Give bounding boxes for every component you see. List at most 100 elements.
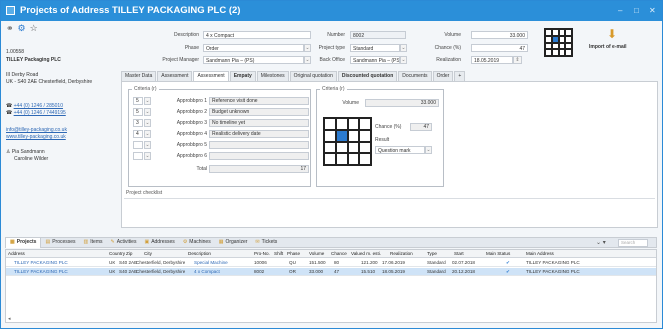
col-chance[interactable]: Chance (331, 251, 347, 256)
col-shift[interactable]: Shift (274, 251, 283, 256)
cell-description[interactable]: 4 x Compact (194, 269, 220, 274)
criteria-score-dropdown-4[interactable]: ⌄ (144, 130, 151, 138)
col-country[interactable]: Country (109, 251, 125, 256)
tab-documents[interactable]: Documents (398, 71, 432, 81)
activities-icon: ✎ (110, 239, 115, 245)
criteria-value-2[interactable]: Budget unknown (209, 108, 309, 116)
cell-main-status-icon: ✔ (506, 260, 510, 265)
close-button[interactable]: ✕ (649, 6, 656, 15)
col-realization[interactable]: Realization (390, 251, 413, 256)
phone-2-link[interactable]: +44 (0) 1246 / 7449195 (14, 110, 66, 116)
col-description[interactable]: Description (188, 251, 211, 256)
result-dropdown-icon[interactable]: ⌄ (425, 146, 432, 154)
criteria-value-1[interactable]: Reference visit done (209, 97, 309, 105)
col-valued[interactable]: Valued m. esti. (351, 251, 381, 256)
criteria-score-4[interactable]: 4 (133, 130, 143, 138)
tab-order[interactable]: Order (432, 71, 454, 81)
criteria-score-dropdown-2[interactable]: ⌄ (144, 108, 151, 116)
criteria-value-6[interactable] (209, 152, 309, 160)
criteria-row-6: ⌄ Approbbpro 6 (133, 152, 309, 160)
col-volume[interactable]: Volume (309, 251, 324, 256)
project-type-select[interactable]: Standard (350, 44, 400, 52)
tab-assessment-2[interactable]: Assessment (193, 71, 229, 81)
phone-1-link[interactable]: +44 (0) 1246 / 285010 (14, 103, 63, 109)
criteria-score-6[interactable] (133, 152, 143, 160)
back-office-select[interactable]: Sandmann Pia – (PS) (350, 56, 400, 64)
project-type-dropdown-icon[interactable]: ⌄ (400, 44, 407, 52)
star-icon[interactable]: ☆ (30, 23, 38, 34)
maximize-button[interactable]: □ (634, 6, 639, 15)
table-row-selected[interactable]: TILLEY PACKAGING PLC UK S40 2AE Chesterf… (6, 268, 656, 276)
cell-phase: OR (289, 269, 296, 274)
cell-pro-no: 10006 (254, 260, 267, 265)
col-pro-no[interactable]: Pro-No. (254, 251, 270, 256)
criteria-score-dropdown-6[interactable]: ⌄ (144, 152, 151, 160)
result-select[interactable]: Question mark (375, 146, 425, 154)
criteria-score-5[interactable] (133, 141, 143, 149)
btab-activities[interactable]: ✎ Activities (107, 238, 141, 248)
col-type[interactable]: Type (427, 251, 437, 256)
table-row[interactable]: TILLEY PACKAGING PLC UK S40 2AE Chesterf… (6, 259, 656, 267)
criteria-score-1[interactable]: 5 (133, 97, 143, 105)
criteria-score-dropdown-1[interactable]: ⌄ (144, 97, 151, 105)
paperclip-icon[interactable]: ⚭ (6, 23, 14, 34)
minimize-button[interactable]: – (618, 6, 622, 15)
import-email-icon[interactable]: ⬇ (604, 27, 620, 42)
tab-discounted-quotation[interactable]: Discounted quotation (337, 71, 398, 81)
chance-label: Chance (%) (434, 45, 461, 51)
tab-empaty[interactable]: Empaty (229, 71, 256, 81)
result-label: Result (375, 137, 390, 143)
btab-projects[interactable]: ▦ Projects (6, 238, 42, 248)
import-email-label[interactable]: Import of e-mail (589, 44, 627, 50)
realization-spinner[interactable]: ⇕ (513, 56, 522, 64)
filter-icon[interactable]: ⌄ ▾ (596, 239, 606, 246)
chance-input[interactable]: 47 (471, 44, 528, 52)
number-input[interactable]: 8002 (350, 31, 406, 39)
volume-input[interactable]: 33.000 (471, 31, 528, 39)
btab-machines[interactable]: ⚙ Machines (179, 238, 215, 248)
projects-window: Projects of Address TILLEY PACKAGING PLC… (0, 0, 663, 329)
btab-items[interactable]: ▥ Items (80, 238, 107, 248)
realization-input[interactable]: 18.05.2019 (471, 56, 513, 64)
cell-start: 02.07.2018 (452, 260, 475, 265)
col-zip[interactable]: Zip (126, 251, 132, 256)
portfolio-matrix-small (544, 28, 573, 57)
email-link[interactable]: info@tilley-packaging.co.uk (6, 127, 67, 133)
settings-icon[interactable]: ⚙ (18, 23, 26, 34)
tab-original-quotation[interactable]: Original quotation (289, 71, 337, 81)
cell-address[interactable]: TILLEY PACKAGING PLC (14, 269, 68, 274)
tab-milestones[interactable]: Milestones (256, 71, 289, 81)
criteria-value-5[interactable] (209, 141, 309, 149)
cell-country: UK (109, 260, 116, 265)
col-phase[interactable]: Phase (287, 251, 300, 256)
project-manager-select[interactable]: Sandmann Pia – (PS) (203, 56, 304, 64)
criteria-score-2[interactable]: 5 (133, 108, 143, 116)
contact-2: Caroline Wilder (14, 156, 49, 162)
grid-search-input[interactable]: Search (618, 239, 648, 247)
criteria-value-3[interactable]: No timeline yet (209, 119, 309, 127)
col-start[interactable]: Start (454, 251, 464, 256)
phase-select[interactable]: Order (203, 44, 304, 52)
grid-header: Address Country Zip City Description Pro… (6, 250, 656, 258)
project-checklist-area[interactable] (124, 198, 655, 226)
btab-organizer[interactable]: ▦ Organizer (215, 238, 252, 248)
col-city[interactable]: City (144, 251, 152, 256)
cell-address[interactable]: TILLEY PACKAGING PLC (14, 260, 68, 265)
col-main-status[interactable]: Main Status (486, 251, 510, 256)
criteria-value-4[interactable]: Realistic delivery date (209, 130, 309, 138)
btab-addresses[interactable]: ▣ Addresses (140, 238, 178, 248)
web-link[interactable]: www.tilley-packaging.co.uk (6, 134, 66, 140)
cell-description[interactable]: Special Machine (194, 260, 228, 265)
col-main-address[interactable]: Main Address (526, 251, 554, 256)
back-office-dropdown-icon[interactable]: ⌄ (400, 56, 407, 64)
tab-master-data[interactable]: Master Data (121, 71, 157, 81)
tab-assessment-1[interactable]: Assessment (157, 71, 193, 81)
tab-add-button[interactable]: + (454, 71, 466, 81)
scroll-left-icon[interactable]: ◂ (8, 316, 11, 322)
criteria-score-3[interactable]: 3 (133, 119, 143, 127)
btab-tickets[interactable]: ✉ Tickets (251, 238, 281, 248)
criteria-score-dropdown-5[interactable]: ⌄ (144, 141, 151, 149)
criteria-score-dropdown-3[interactable]: ⌄ (144, 119, 151, 127)
col-address[interactable]: Address (8, 251, 25, 256)
btab-processes[interactable]: ▤ Processes (41, 238, 79, 248)
